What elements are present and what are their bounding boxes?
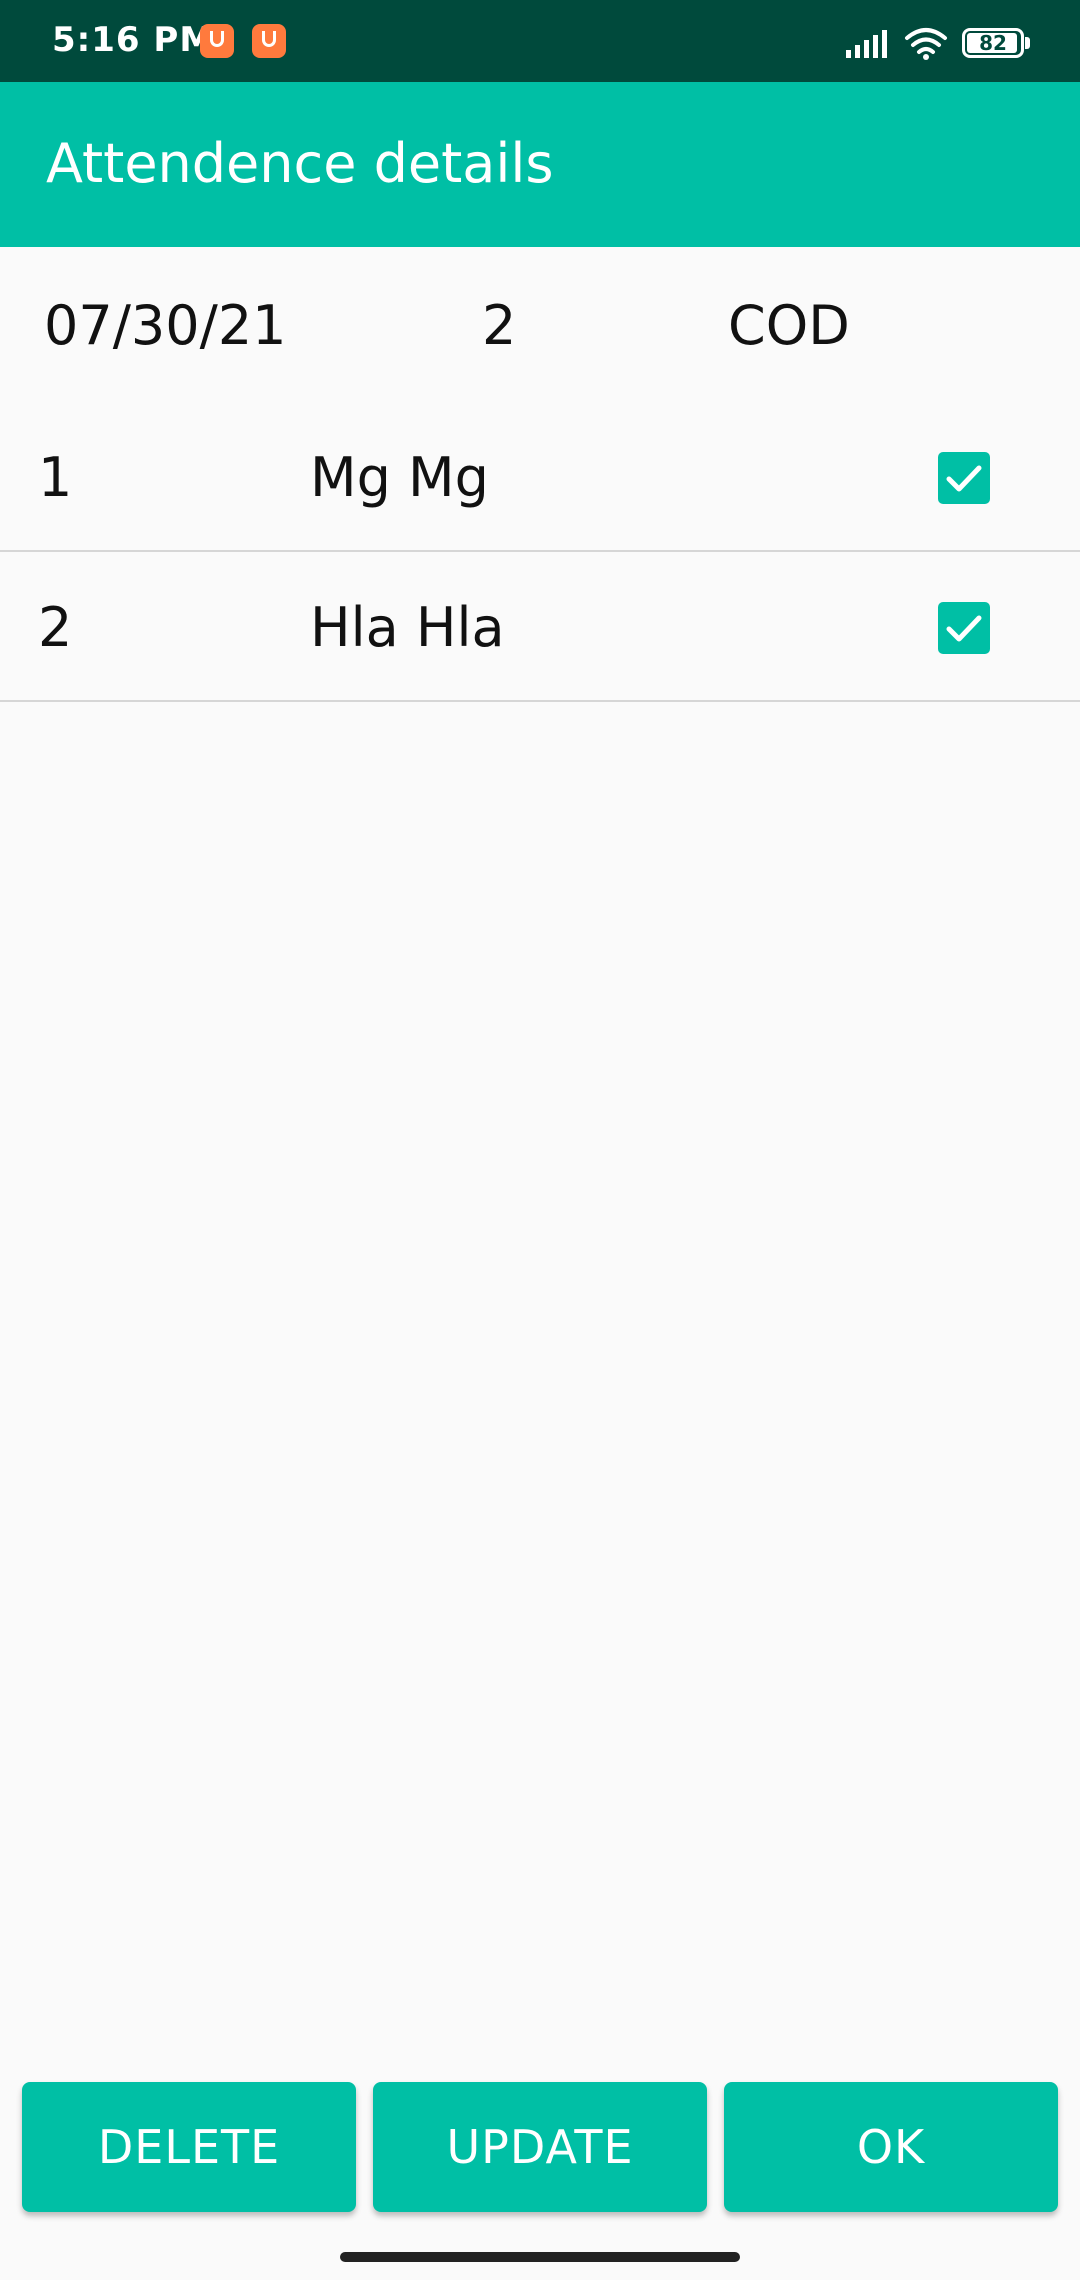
checkmark-icon: [946, 615, 982, 642]
attendance-summary: 07/30/21 2 COD: [0, 270, 1080, 380]
status-bar: 5:16 PM 82: [0, 0, 1080, 82]
notification-app-icon: [252, 24, 286, 58]
status-time: 5:16 PM: [52, 20, 215, 60]
student-name: Hla Hla: [310, 596, 505, 659]
notification-app-icon: [200, 24, 234, 58]
checkmark-icon: [946, 465, 982, 492]
ok-button[interactable]: OK: [724, 2082, 1058, 2212]
wifi-icon: [905, 28, 947, 60]
summary-subject: COD: [728, 294, 850, 357]
summary-date: 07/30/21: [44, 294, 287, 357]
update-button[interactable]: UPDATE: [373, 2082, 707, 2212]
delete-button[interactable]: DELETE: [22, 2082, 356, 2212]
app-bar: Attendence details: [0, 82, 1080, 247]
present-checkbox[interactable]: [938, 602, 990, 654]
gesture-navigation-handle[interactable]: [340, 2252, 740, 2262]
student-number: 1: [38, 446, 73, 509]
attendance-details-screen: 5:16 PM 82 Attendence details 07/30/21 2…: [0, 0, 1080, 2280]
summary-count: 2: [482, 294, 517, 357]
list-item: 2 Hla Hla: [0, 552, 1080, 702]
list-item: 1 Mg Mg: [0, 402, 1080, 552]
present-checkbox[interactable]: [938, 452, 990, 504]
student-number: 2: [38, 596, 73, 659]
battery-level: 82: [979, 31, 1007, 55]
page-title: Attendence details: [46, 132, 554, 195]
signal-icon: [846, 30, 887, 58]
battery-icon: 82: [962, 28, 1032, 58]
student-name: Mg Mg: [310, 446, 489, 509]
